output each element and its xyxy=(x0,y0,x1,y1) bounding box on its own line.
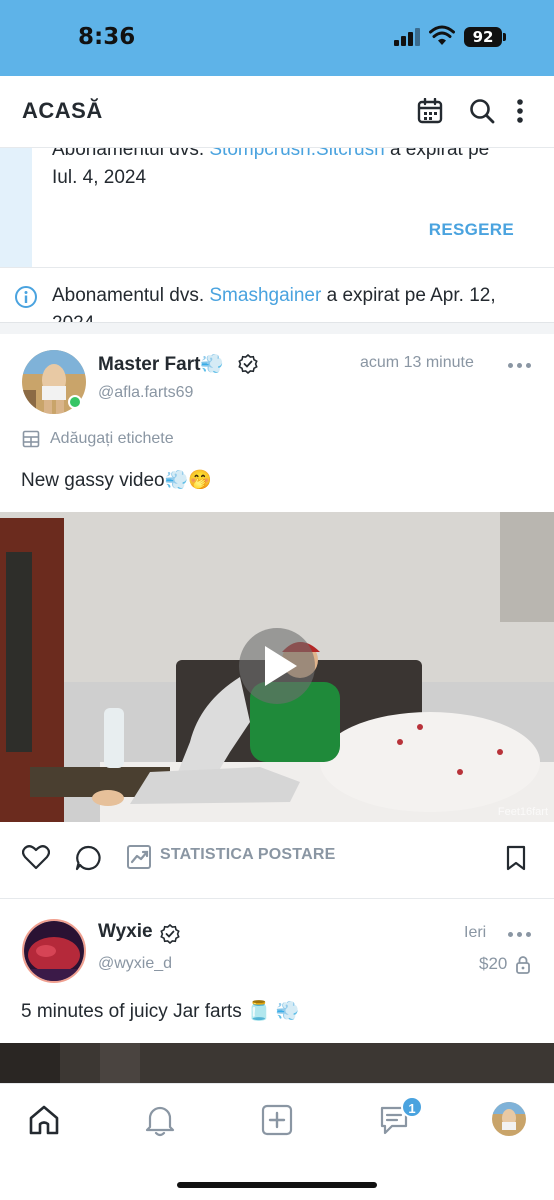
notification-divider xyxy=(0,267,554,268)
notification-2-text: Abonamentul dvs. Smashgainer a expirat p… xyxy=(52,282,532,322)
notification-highlight xyxy=(0,148,32,268)
display-name[interactable]: Master Fart💨 xyxy=(98,352,224,376)
post-time: acum 13 minute xyxy=(360,354,474,371)
battery-tip xyxy=(503,33,506,41)
more-vertical-icon[interactable] xyxy=(510,96,530,126)
home-indicator xyxy=(177,1182,377,1188)
add-tags-button[interactable]: Adăugați etichete xyxy=(50,430,174,448)
verified-icon xyxy=(160,924,180,944)
video-thumbnail xyxy=(0,512,554,822)
subscription-notifications: Abonamentul dvs. Stompcrush.Sitcrush a e… xyxy=(0,148,554,322)
wifi-icon xyxy=(429,25,455,45)
search-icon[interactable] xyxy=(467,96,497,126)
signal-icon xyxy=(394,28,420,46)
bell-icon[interactable] xyxy=(142,1102,178,1138)
post-more-icon[interactable] xyxy=(508,363,531,368)
post-card: Master Fart💨 @afla.farts69 acum 13 minut… xyxy=(0,334,554,898)
notification-1-link[interactable]: Stompcrush.Sitcrush xyxy=(209,148,384,160)
post-caption: New gassy video💨🤭 xyxy=(21,470,212,491)
username[interactable]: @afla.farts69 xyxy=(98,384,193,402)
notification-1-text: Abonamentul dvs. Stompcrush.Sitcrush a e… xyxy=(52,148,532,192)
post-actions: STATISTICA POSTARE xyxy=(0,822,554,896)
avatar[interactable] xyxy=(22,919,86,983)
messages-badge: 1 xyxy=(401,1096,423,1118)
media-thumbnail xyxy=(0,1043,554,1083)
post-media-preview[interactable] xyxy=(0,1043,554,1083)
notification-2-link[interactable]: Smashgainer xyxy=(209,285,321,306)
add-post-icon[interactable] xyxy=(259,1102,295,1138)
status-bar: 8:36 92 xyxy=(0,0,554,76)
home-icon[interactable] xyxy=(26,1102,62,1138)
online-status-dot xyxy=(68,395,82,409)
calendar-icon[interactable] xyxy=(415,96,445,126)
video-watermark: Feet16fart xyxy=(497,806,548,818)
dash-emoji: 💨 xyxy=(200,354,225,375)
post-price: $20 xyxy=(479,954,508,973)
tag-icon[interactable] xyxy=(22,430,40,448)
profile-avatar[interactable] xyxy=(492,1102,526,1136)
info-icon xyxy=(15,286,37,308)
comment-icon[interactable] xyxy=(74,844,102,872)
notification-1-date: Iul. 4, 2024 xyxy=(52,167,147,188)
video-preview[interactable]: Feet16fart xyxy=(0,512,554,822)
like-icon[interactable] xyxy=(22,844,50,870)
bookmark-icon[interactable] xyxy=(505,844,527,872)
username[interactable]: @wyxie_d xyxy=(98,955,172,973)
renew-button[interactable]: RESGERE xyxy=(429,220,514,240)
verified-icon xyxy=(238,354,258,374)
post-card: Wyxie @wyxie_d Ieri $20 5 minutes of jui… xyxy=(0,899,554,1083)
lock-icon xyxy=(516,956,530,974)
feed-separator xyxy=(0,322,554,334)
status-time: 8:36 xyxy=(78,24,136,50)
notification-2-date: 2024 xyxy=(52,313,94,322)
stats-icon[interactable] xyxy=(126,844,152,870)
page-title: ACASĂ xyxy=(22,98,103,123)
post-caption: 5 minutes of juicy Jar farts 🫙 💨 xyxy=(21,1001,300,1022)
app-header: ACASĂ xyxy=(0,76,554,148)
display-name[interactable]: Wyxie xyxy=(98,921,153,943)
post-statistics-button[interactable]: STATISTICA POSTARE xyxy=(160,846,335,864)
battery-indicator: 92 xyxy=(464,27,502,47)
post-time: Ieri xyxy=(464,924,487,941)
post-more-icon[interactable] xyxy=(508,932,531,937)
